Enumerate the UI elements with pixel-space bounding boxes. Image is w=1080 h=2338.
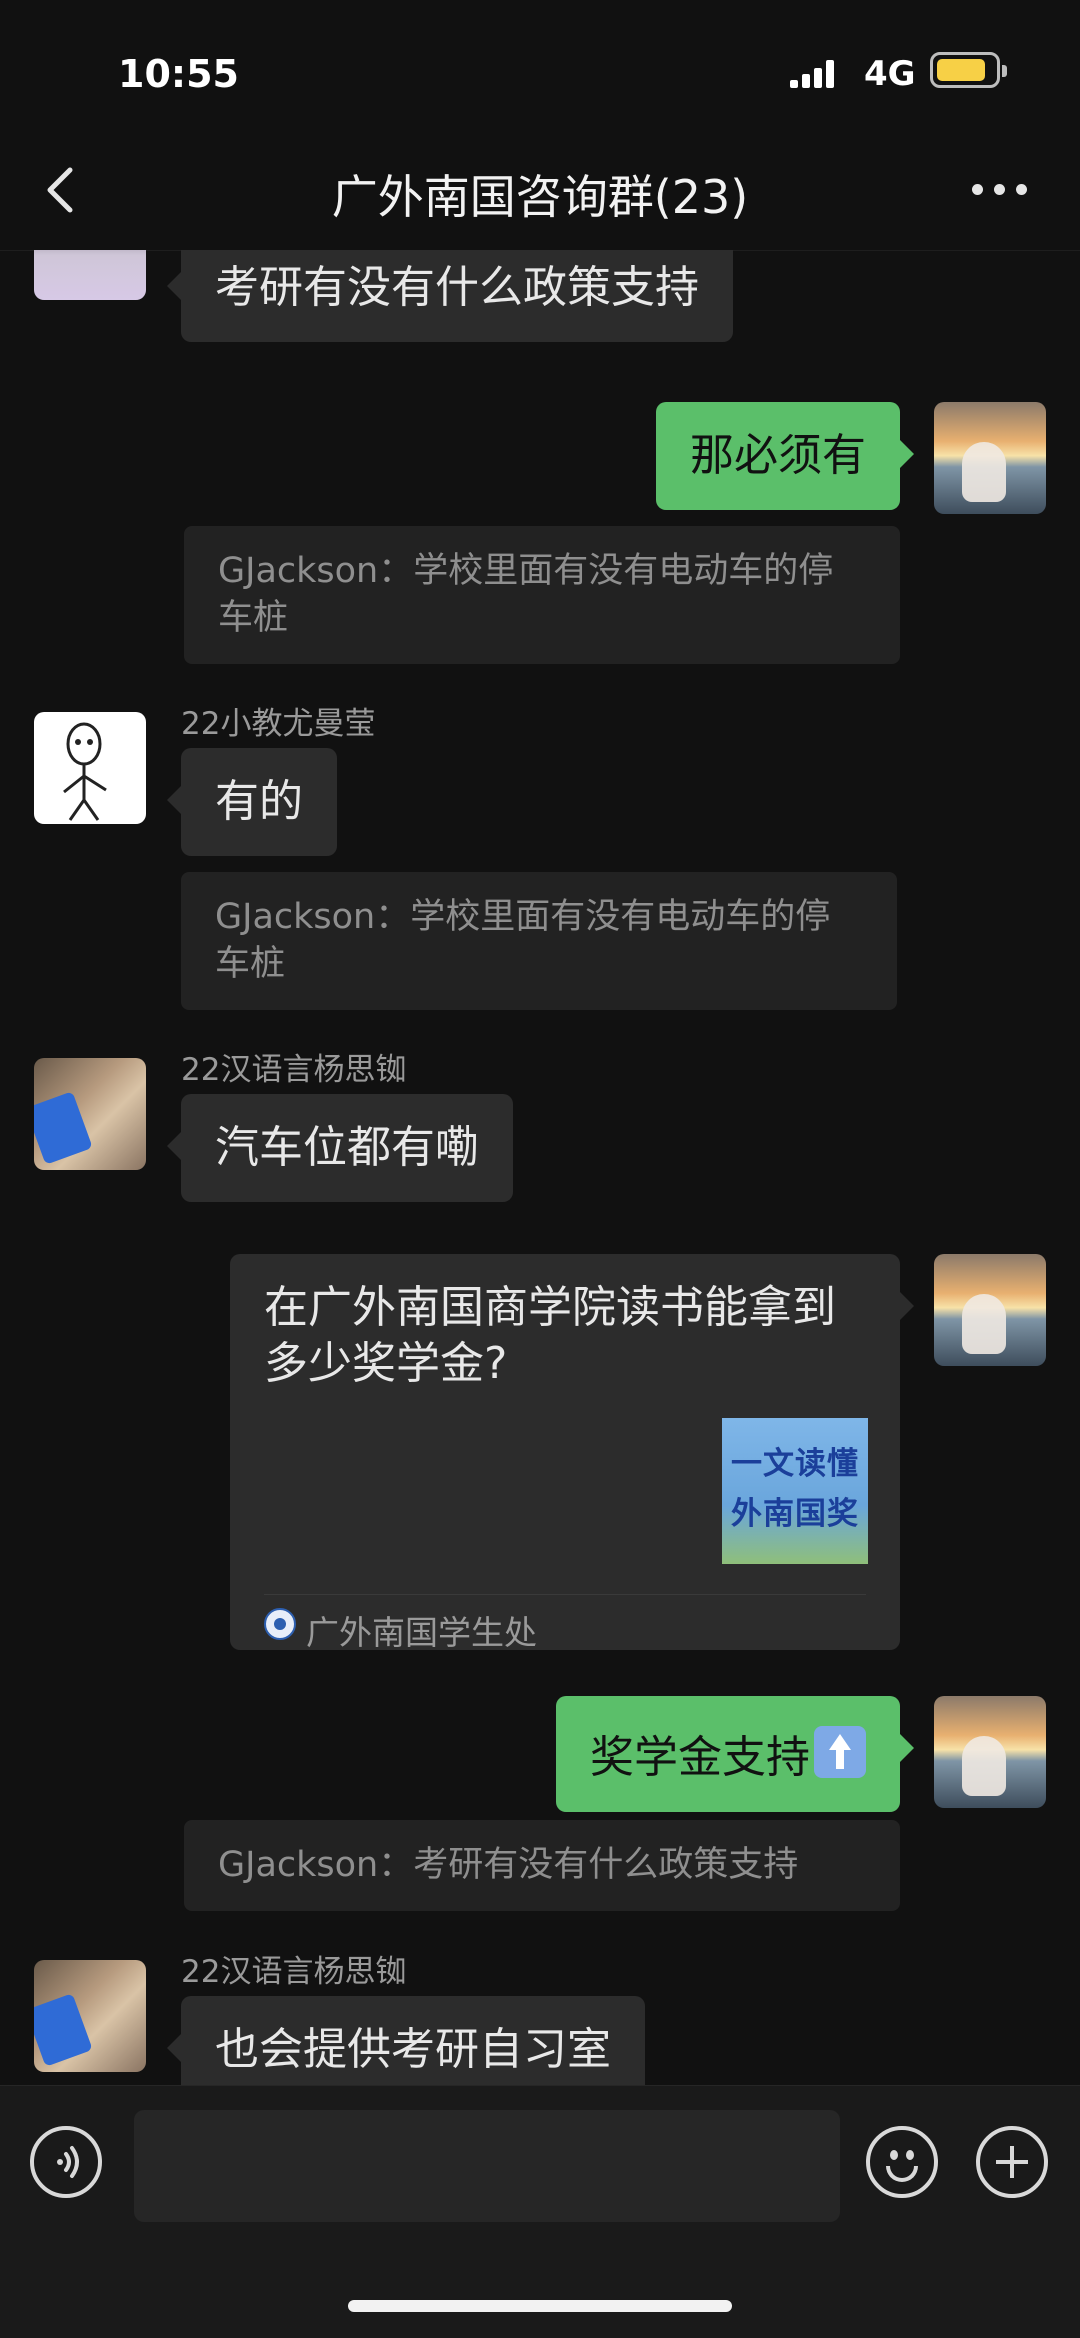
avatar[interactable] — [934, 1254, 1046, 1366]
message-bubble[interactable]: 有的 — [167, 748, 337, 856]
battery-icon — [930, 52, 1007, 88]
stick-figure-icon — [63, 722, 107, 821]
message-bubble[interactable]: 考研有没有什么政策支持 — [167, 250, 733, 342]
message-input[interactable] — [134, 2110, 840, 2222]
thumbnail-text: 一文读懂 — [731, 1446, 859, 1482]
sender-name: 22小教尤曼莹 — [181, 706, 376, 742]
avatar[interactable] — [934, 1696, 1046, 1808]
status-time: 10:55 — [118, 52, 239, 96]
message-text: 奖学金支持 — [590, 1732, 810, 1783]
message-bubble[interactable]: 汽车位都有嘞 — [167, 1094, 513, 1202]
article-thumbnail: 一文读懂 外南国奖 — [722, 1418, 868, 1564]
article-source: 广外南国学生处 — [306, 1613, 537, 1652]
voice-icon[interactable] — [30, 2126, 102, 2198]
emoji-icon[interactable] — [866, 2126, 938, 2198]
quoted-reference[interactable]: GJackson：考研有没有什么政策支持 — [184, 1820, 900, 1911]
thumbnail-text: 外南国奖 — [731, 1496, 859, 1532]
signal-icon — [790, 58, 834, 88]
quoted-reference[interactable]: GJackson：学校里面有没有电动车的停车桩 — [184, 526, 900, 664]
avatar[interactable] — [34, 1058, 146, 1170]
divider — [264, 1594, 866, 1595]
message-bubble[interactable]: 奖学金支持 — [556, 1696, 914, 1812]
avatar[interactable] — [934, 402, 1046, 514]
sender-name: 22汉语言杨思铷 — [181, 1052, 407, 1088]
avatar[interactable] — [34, 250, 146, 300]
quoted-reference[interactable]: GJackson：学校里面有没有电动车的停车桩 — [181, 872, 897, 1010]
avatar[interactable] — [34, 712, 146, 824]
home-indicator[interactable] — [348, 2300, 732, 2312]
article-title: 在广外南国商学院读书能拿到多少奖学金? — [264, 1282, 836, 1389]
article-card[interactable]: 在广外南国商学院读书能拿到多少奖学金? 一文读懂 外南国奖 广外南国学生处 — [230, 1254, 914, 1652]
more-dots-icon[interactable] — [970, 180, 1030, 200]
message-list[interactable]: 考研有没有什么政策支持 那必须有 GJackson：学校里面有没有电动车的停车桩… — [0, 250, 1080, 2085]
message-bubble[interactable]: 那必须有 — [656, 402, 914, 510]
chat-title: 广外南国咨询群(23) — [331, 170, 749, 224]
up-arrow-emoji-icon — [814, 1726, 866, 1778]
network-type: 4G — [864, 54, 916, 94]
sender-name: 22汉语言杨思铷 — [181, 1954, 407, 1990]
status-bar: 10:55 4G — [0, 0, 1080, 120]
plus-icon[interactable] — [976, 2126, 1048, 2198]
avatar[interactable] — [34, 1960, 146, 2072]
official-account-icon — [264, 1608, 296, 1640]
message-bubble[interactable]: 也会提供考研自习室 — [167, 1996, 645, 2085]
